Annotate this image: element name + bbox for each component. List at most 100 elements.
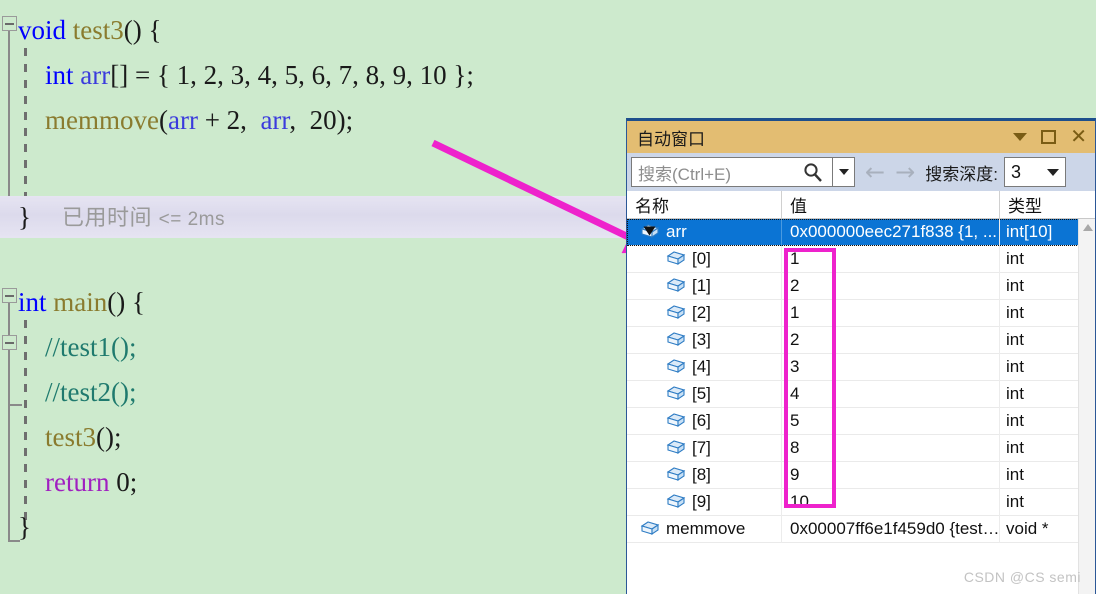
code-line: //test1(); [18, 325, 136, 370]
scroll-up-icon[interactable] [1083, 224, 1093, 231]
column-header-name[interactable]: 名称 [627, 191, 782, 218]
table-row[interactable]: [1] 2 int [627, 272, 1095, 300]
elapsed-time-text: 已用时间 [62, 205, 153, 230]
table-row[interactable]: [8] 9 int [627, 461, 1095, 489]
cell-value[interactable]: 4 [782, 380, 1000, 408]
autos-title-bar[interactable]: 自动窗口 ✕ [627, 121, 1095, 153]
cell-name[interactable]: [3] [627, 326, 782, 354]
cell-value[interactable]: 8 [782, 434, 1000, 462]
code-token: 0; [109, 467, 138, 497]
cell-value[interactable]: 2 [782, 326, 1000, 354]
search-placeholder: 搜索(Ctrl+E) [638, 164, 732, 184]
autos-grid[interactable]: 名称 值 类型 arr 0x000000eec271f838 {1, ... int… [627, 191, 1095, 594]
cell-name[interactable]: [9] [627, 488, 782, 516]
table-row[interactable]: [2] 1 int [627, 299, 1095, 327]
cell-value[interactable]: 1 [782, 299, 1000, 327]
row-name-label: [8] [692, 465, 711, 484]
autos-window[interactable]: 自动窗口 ✕ 搜索(Ctrl+E) ← → 搜索深度: 3 名称 值 类型 ar… [626, 118, 1096, 594]
code-token: () { [123, 15, 162, 45]
grid-rows[interactable]: arr 0x000000eec271f838 {1, ... int[10] [0] 1… [627, 218, 1095, 543]
code-line: memmove(arr + 2, arr, 20); [18, 98, 353, 143]
cell-type: int [1006, 492, 1024, 511]
cell-name[interactable]: [2] [627, 299, 782, 327]
elapsed-time-label: 已用时间 <= 2ms [62, 200, 225, 232]
code-token: return [45, 467, 110, 497]
cell-value[interactable]: 2 [782, 272, 1000, 300]
cell-name[interactable]: [1] [627, 272, 782, 300]
closing-brace-test3: } [18, 202, 31, 232]
cell-name[interactable]: [6] [627, 407, 782, 435]
variable-cube-icon [666, 440, 686, 455]
table-row[interactable]: [3] 2 int [627, 326, 1095, 354]
cell-name[interactable]: [7] [627, 434, 782, 462]
row-name-label: [9] [692, 492, 711, 511]
variable-cube-icon [666, 278, 686, 293]
code-line: int arr[] = { 1, 2, 3, 4, 5, 6, 7, 8, 9,… [18, 53, 474, 98]
cell-name[interactable]: [4] [627, 353, 782, 381]
row-name-label: [2] [692, 303, 711, 322]
cell-value[interactable]: 5 [782, 407, 1000, 435]
variable-cube-icon [666, 359, 686, 374]
code-token: test3 [72, 15, 124, 45]
column-header-type[interactable]: 类型 [1000, 191, 1082, 218]
autos-title-text: 自动窗口 [637, 129, 705, 149]
cell-type: int [1006, 357, 1024, 376]
table-row[interactable]: [6] 5 int [627, 407, 1095, 435]
code-token: main [53, 287, 108, 317]
cell-name[interactable]: [8] [627, 461, 782, 489]
expand-collapse-icon[interactable] [643, 226, 656, 236]
code-token: , 20); [289, 105, 354, 135]
search-depth-value: 3 [1010, 161, 1021, 182]
variable-cube-icon [666, 494, 686, 509]
table-row[interactable]: memmove 0x00007ff6e1f459d0 {test… void * [627, 515, 1095, 543]
table-row[interactable]: [7] 8 int [627, 434, 1095, 462]
column-header-value[interactable]: 值 [782, 191, 1000, 218]
cell-type: int [1006, 303, 1024, 322]
cell-value[interactable]: 10 [782, 488, 1000, 516]
autos-toolbar[interactable]: 搜索(Ctrl+E) ← → 搜索深度: 3 [627, 153, 1095, 191]
table-row[interactable]: [9] 10 int [627, 488, 1095, 516]
cell-value[interactable]: 9 [782, 461, 1000, 489]
cell-type: int [1006, 330, 1024, 349]
search-input[interactable]: 搜索(Ctrl+E) [631, 157, 855, 187]
variable-cube-icon [666, 305, 686, 320]
table-row[interactable]: [5] 4 int [627, 380, 1095, 408]
search-options-dropdown[interactable] [832, 158, 854, 186]
code-line: return 0; [18, 460, 137, 505]
chevron-down-icon[interactable] [1046, 169, 1059, 176]
search-depth-select[interactable]: 3 [1003, 157, 1066, 187]
row-name-label: [6] [692, 411, 711, 430]
code-token: arr [167, 105, 198, 135]
forward-arrow-icon[interactable]: → [895, 160, 915, 184]
screenshot-root: void test3() { int arr[] = { 1, 2, 3, 4,… [0, 0, 1096, 594]
row-name-label: [7] [692, 438, 711, 457]
cell-name[interactable]: [0] [627, 245, 782, 273]
code-token: arr [260, 105, 290, 135]
cell-value[interactable]: 3 [782, 353, 1000, 381]
cell-value[interactable]: 0x00007ff6e1f459d0 {test… [782, 515, 1000, 543]
table-row[interactable]: arr 0x000000eec271f838 {1, ... int[10] [627, 218, 1095, 246]
table-row[interactable]: [0] 1 int [627, 245, 1095, 273]
back-arrow-icon[interactable]: ← [865, 160, 885, 184]
code-token: //test1(); [45, 332, 137, 362]
code-token: [] = { 1, 2, 3, 4, 5, 6, 7, 8, 9, 10 }; [110, 60, 474, 90]
code-token: ( [158, 105, 168, 135]
maximize-icon[interactable] [1041, 130, 1057, 144]
cell-value[interactable]: 1 [782, 245, 1000, 273]
code-line: void test3() { [18, 8, 161, 53]
window-dropdown-icon[interactable] [1013, 133, 1028, 141]
table-row[interactable]: [4] 3 int [627, 353, 1095, 381]
vertical-scrollbar[interactable] [1078, 219, 1095, 594]
cell-name[interactable]: memmove [627, 515, 782, 543]
code-token: test3 [45, 422, 96, 452]
cell-type: int [1006, 384, 1024, 403]
close-icon[interactable]: ✕ [1070, 127, 1087, 147]
cell-value[interactable]: 0x000000eec271f838 {1, ... [782, 218, 1000, 246]
code-token: (); [96, 422, 122, 452]
window-controls[interactable]: ✕ [1013, 121, 1091, 153]
cell-name[interactable]: [5] [627, 380, 782, 408]
